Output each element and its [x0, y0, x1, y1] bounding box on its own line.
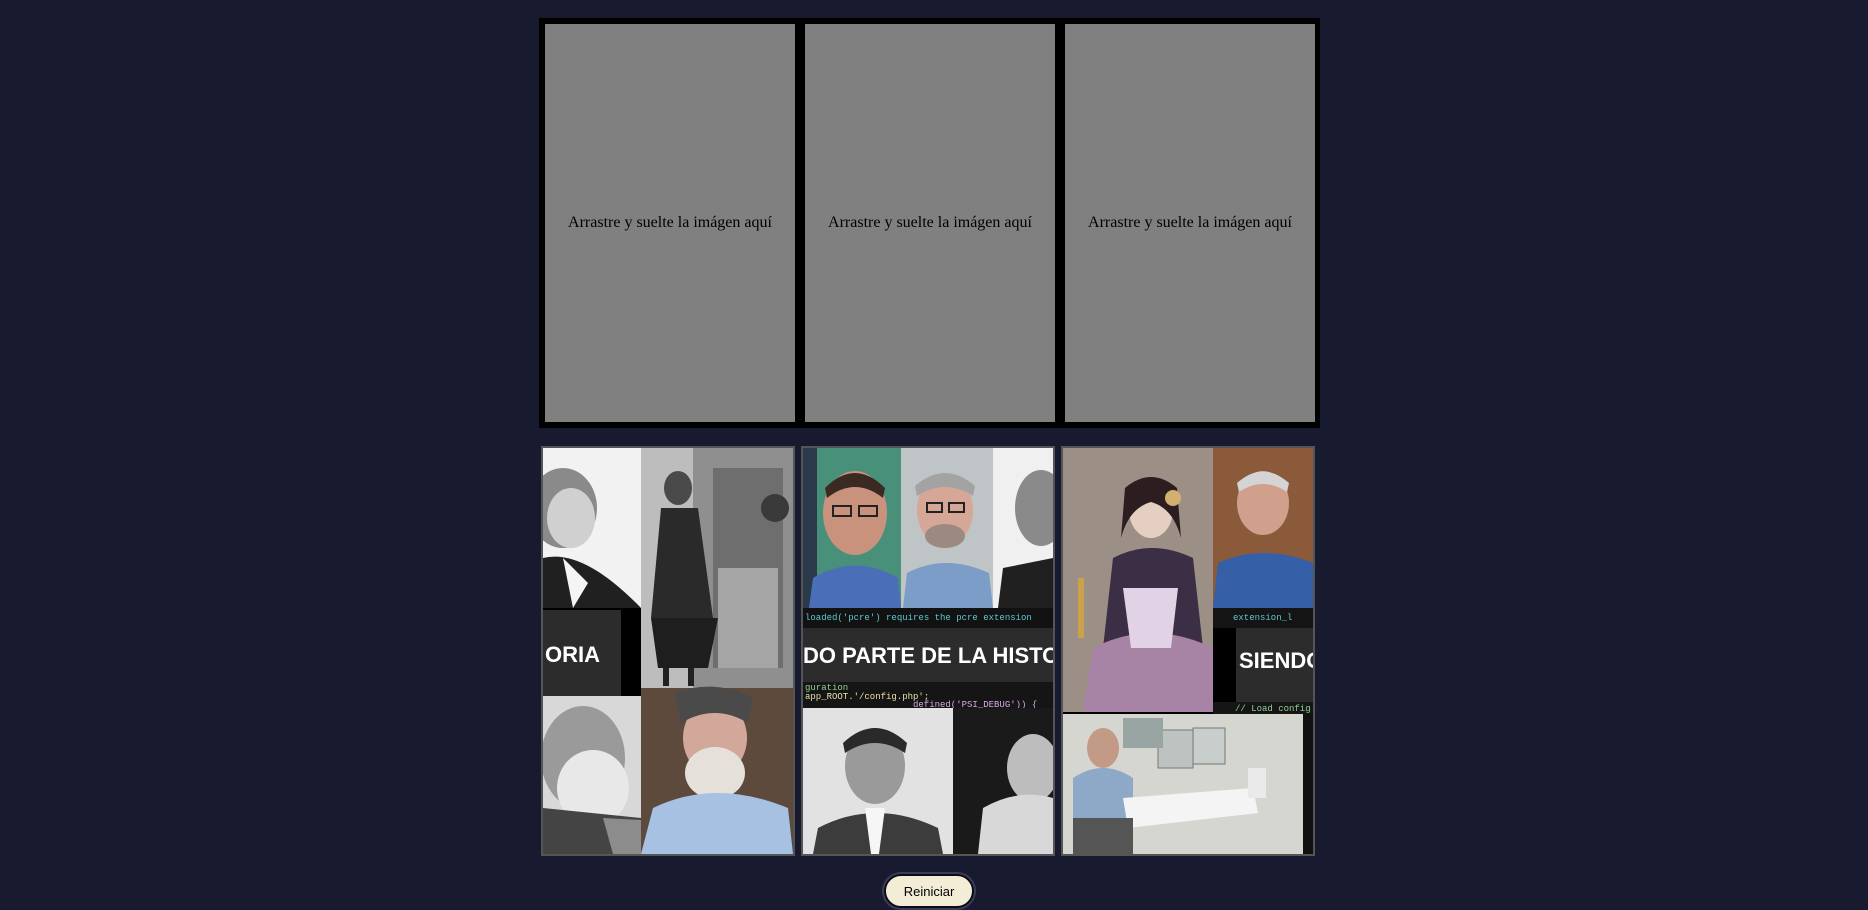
puzzle-piece-3[interactable]: extension_l SIENDO // Load config	[1061, 446, 1315, 856]
drop-zone-label: Arrastre y suelte la imágen aquí	[1088, 214, 1292, 231]
drop-zone-2[interactable]: Arrastre y suelte la imágen aquí	[805, 24, 1055, 422]
banner-text: ORIA	[545, 642, 600, 667]
drop-zone-3[interactable]: Arrastre y suelte la imágen aquí	[1065, 24, 1315, 422]
banner-text: SIENDO	[1239, 648, 1313, 673]
code-snippet: loaded('pcre') requires the pcre extensi…	[805, 613, 1032, 623]
piece-2-collage: loaded('pcre') requires the pcre extensi…	[803, 448, 1053, 854]
puzzle-piece-1[interactable]: ORIA	[541, 446, 795, 856]
puzzle-piece-2[interactable]: loaded('pcre') requires the pcre extensi…	[801, 446, 1055, 856]
piece-3-collage: extension_l SIENDO // Load config	[1063, 448, 1313, 854]
reset-button[interactable]: Reiniciar	[884, 874, 974, 908]
code-snippet: extension_l	[1233, 613, 1292, 623]
code-snippet: app_ROOT.'/config.php';	[805, 692, 929, 702]
banner-text: DO PARTE DE LA HISTO	[803, 643, 1053, 668]
drop-zone-1[interactable]: Arrastre y suelte la imágen aquí	[545, 24, 795, 422]
piece-1-collage: ORIA	[543, 448, 793, 854]
code-snippet: // Load config	[1235, 704, 1311, 714]
drop-zone-label: Arrastre y suelte la imágen aquí	[828, 214, 1032, 231]
drop-zone-label: Arrastre y suelte la imágen aquí	[568, 214, 772, 231]
drop-zone-container: Arrastre y suelte la imágen aquí Arrastr…	[539, 18, 1320, 428]
